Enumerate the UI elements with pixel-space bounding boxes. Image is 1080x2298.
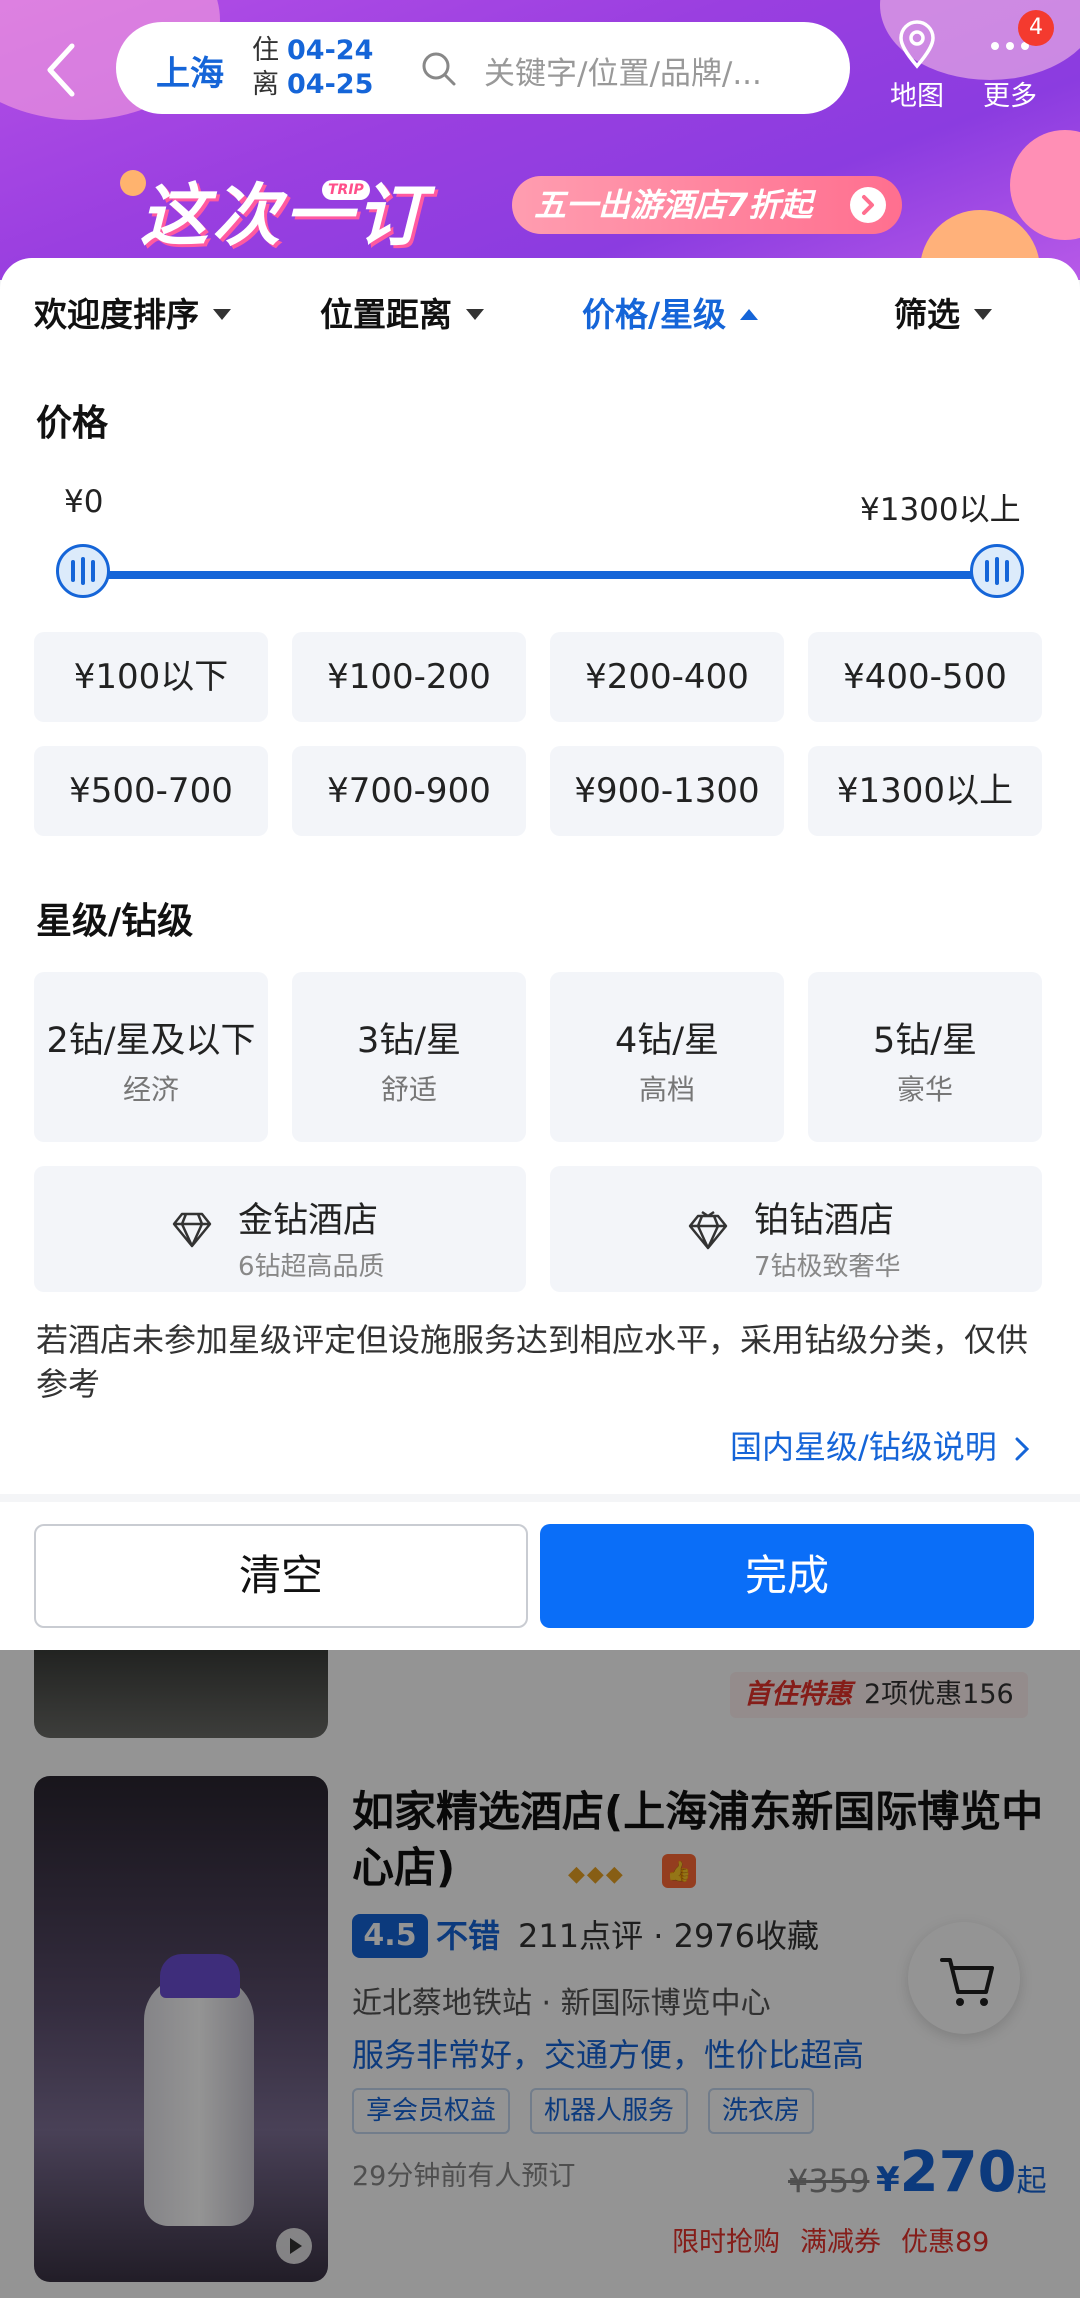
chevron-right-icon bbox=[1015, 1437, 1030, 1461]
tab-popularity-sort[interactable]: 欢迎度排序 bbox=[34, 288, 231, 336]
price-slider-track[interactable] bbox=[82, 571, 994, 579]
tab-label: 价格/星级 bbox=[582, 295, 727, 334]
divider bbox=[0, 1494, 1080, 1502]
price-slider-max-handle[interactable] bbox=[970, 544, 1024, 598]
star-option-sub: 舒适 bbox=[380, 1073, 437, 1106]
promo-brand-logo: 这次一订 bbox=[140, 177, 429, 256]
caret-up-icon bbox=[740, 309, 759, 320]
more-label: 更多 bbox=[983, 81, 1037, 112]
star-option[interactable]: 3钻/星舒适 bbox=[292, 972, 526, 1142]
gold-diamond-option[interactable]: 金钻酒店 6钻超高品质 bbox=[34, 1166, 526, 1292]
platinum-diamond-sub: 7钻极致奢华 bbox=[754, 1252, 901, 1282]
price-min-label: ¥0 bbox=[64, 484, 104, 520]
checkout-date: 04-25 bbox=[287, 69, 374, 100]
tab-price-star[interactable]: 价格/星级 bbox=[582, 288, 759, 336]
tab-label: 位置距离 bbox=[320, 295, 452, 334]
search-icon bbox=[420, 50, 458, 88]
modal-overlay[interactable] bbox=[0, 1650, 1080, 2298]
platinum-diamond-label: 铂钻酒店 bbox=[754, 1201, 895, 1241]
city-selector[interactable]: 上海 bbox=[156, 46, 224, 95]
star-option[interactable]: 5钻/星豪华 bbox=[808, 972, 1042, 1142]
price-option[interactable]: ¥900-1300 bbox=[550, 746, 784, 836]
back-arrow-icon[interactable] bbox=[38, 40, 88, 100]
star-option-label: 2钻/星及以下 bbox=[46, 1021, 256, 1061]
diamond-icon bbox=[170, 1210, 214, 1250]
star-option-sub: 高档 bbox=[638, 1073, 695, 1106]
platinum-diamond-option[interactable]: 铂钻酒店 7钻极致奢华 bbox=[550, 1166, 1042, 1292]
gold-diamond-sub: 6钻超高品质 bbox=[238, 1252, 385, 1282]
map-pin-icon bbox=[899, 20, 935, 69]
caret-down-icon bbox=[974, 309, 992, 320]
search-input[interactable]: 关键字/位置/品牌/... bbox=[484, 48, 824, 93]
tab-filter[interactable]: 筛选 bbox=[894, 288, 992, 336]
clear-button[interactable]: 清空 bbox=[34, 1524, 528, 1628]
rating-note: 若酒店未参加星级评定但设施服务达到相应水平，采用钻级分类，仅供参考 bbox=[36, 1321, 1029, 1403]
link-label: 国内星级/钻级说明 bbox=[730, 1428, 997, 1466]
rating-explanation-link[interactable]: 国内星级/钻级说明 bbox=[730, 1422, 1033, 1468]
price-option[interactable]: ¥500-700 bbox=[34, 746, 268, 836]
promo-brand-tag: TRIP bbox=[322, 180, 370, 200]
tab-label: 筛选 bbox=[894, 295, 960, 334]
price-section-title: 价格 bbox=[36, 403, 109, 444]
promo-banner-button[interactable]: 五一出游酒店7折起 bbox=[512, 176, 902, 234]
price-slider-min-handle[interactable] bbox=[56, 544, 110, 598]
price-max-label: ¥1300以上 bbox=[860, 492, 1021, 528]
star-option-label: 4钻/星 bbox=[614, 1021, 720, 1061]
star-option[interactable]: 2钻/星及以下经济 bbox=[34, 972, 268, 1142]
star-option-sub: 豪华 bbox=[896, 1073, 953, 1106]
caret-down-icon bbox=[466, 309, 484, 320]
diamond-crown-icon bbox=[686, 1210, 730, 1250]
search-bar[interactable]: 上海 住 04-24 离 04-25 关键字/位置/品牌/... bbox=[116, 22, 850, 114]
date-selector[interactable]: 住 04-24 离 04-25 bbox=[252, 34, 373, 102]
price-option[interactable]: ¥100-200 bbox=[292, 632, 526, 722]
price-option[interactable]: ¥400-500 bbox=[808, 632, 1042, 722]
price-star-filter-panel: 欢迎度排序 位置距离 价格/星级 筛选 价格 ¥0 ¥1300以上 ¥100以下… bbox=[0, 258, 1080, 1650]
done-button[interactable]: 完成 bbox=[540, 1524, 1034, 1628]
notification-badge: 4 bbox=[1018, 10, 1054, 46]
star-option[interactable]: 4钻/星高档 bbox=[550, 972, 784, 1142]
price-option[interactable]: ¥1300以上 bbox=[808, 746, 1042, 836]
caret-down-icon bbox=[213, 309, 231, 320]
price-option[interactable]: ¥200-400 bbox=[550, 632, 784, 722]
checkin-date: 04-24 bbox=[287, 35, 374, 66]
price-option[interactable]: ¥700-900 bbox=[292, 746, 526, 836]
star-option-label: 5钻/星 bbox=[872, 1021, 978, 1061]
checkout-label: 离 bbox=[252, 69, 279, 100]
decor-blob bbox=[1010, 130, 1080, 240]
star-section-title: 星级/钻级 bbox=[36, 901, 194, 942]
star-option-label: 3钻/星 bbox=[356, 1021, 462, 1061]
price-option[interactable]: ¥100以下 bbox=[34, 632, 268, 722]
gold-diamond-label: 金钻酒店 bbox=[238, 1201, 379, 1241]
chevron-right-icon bbox=[850, 187, 886, 223]
tab-label: 欢迎度排序 bbox=[34, 295, 199, 334]
header-banner: 上海 住 04-24 离 04-25 关键字/位置/品牌/... 地图 更多 4 这… bbox=[0, 0, 1080, 280]
map-button[interactable]: 地图 bbox=[872, 20, 962, 112]
checkin-label: 住 bbox=[252, 35, 279, 66]
map-label: 地图 bbox=[890, 81, 944, 112]
tab-distance[interactable]: 位置距离 bbox=[320, 288, 484, 336]
star-option-sub: 经济 bbox=[122, 1073, 179, 1106]
